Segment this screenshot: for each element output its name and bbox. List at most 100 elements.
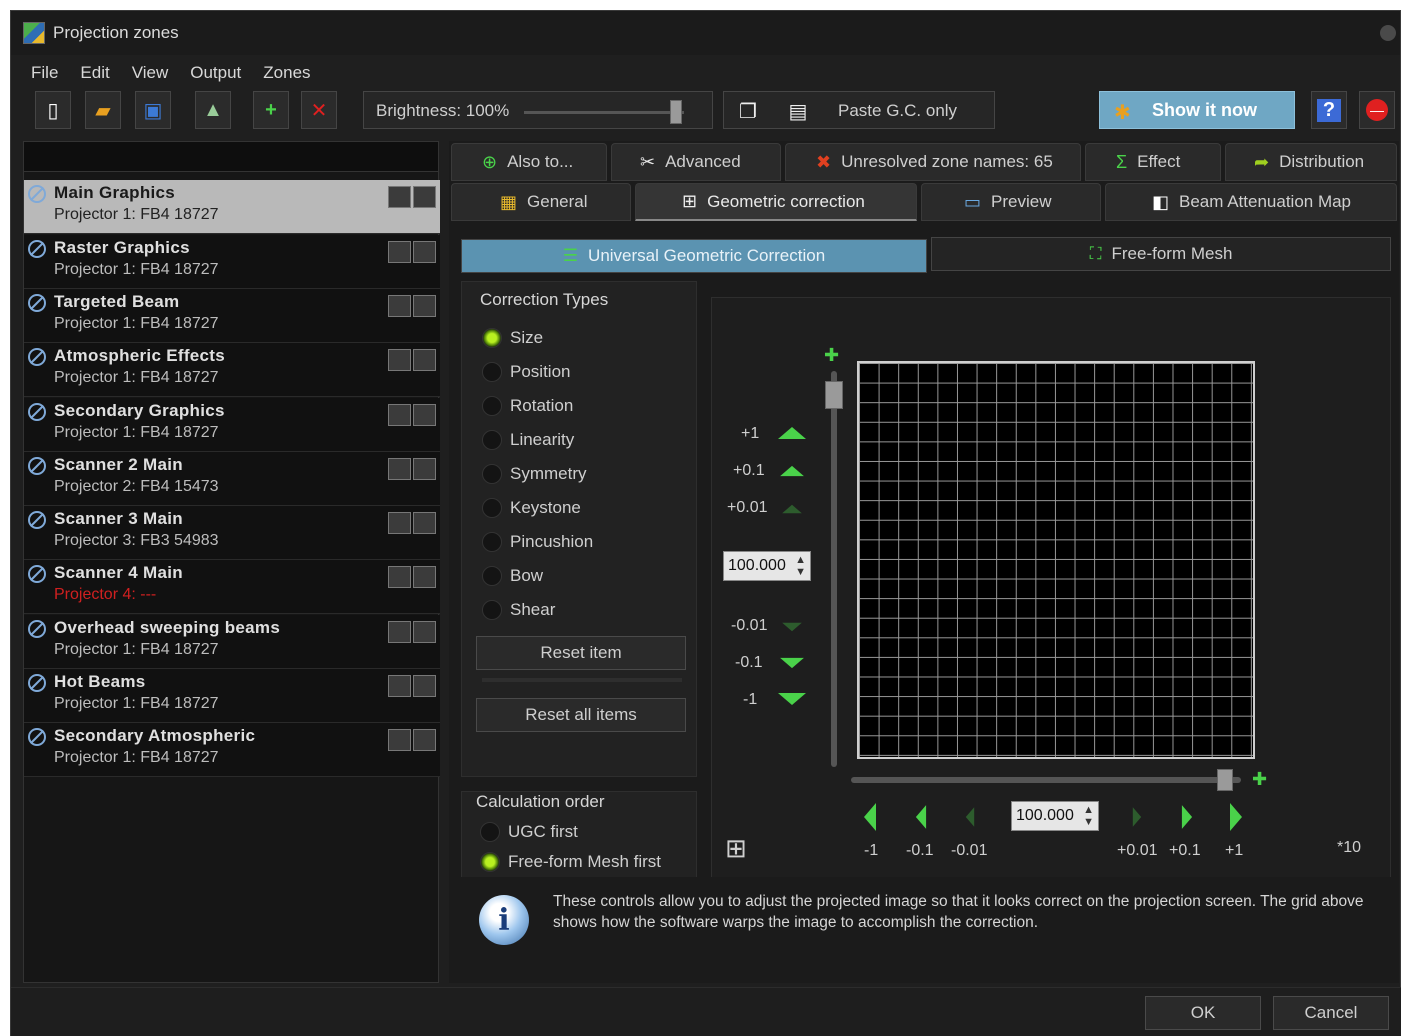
new-file-button[interactable]: ▯ [35,91,71,129]
reset-item-button[interactable]: Reset item [476,636,686,670]
load-button[interactable]: ▲ [195,91,231,129]
arrow-up-0-1-button[interactable] [780,465,804,477]
tab-unresolved-zone-names[interactable]: ✖ Unresolved zone names: 65 [785,143,1081,181]
tab-distribution[interactable]: ➦ Distribution [1225,143,1397,181]
arrow-left-0-01-button[interactable] [965,807,975,827]
zone-preview-boxes [388,621,436,643]
zone-item-atmospheric-effects[interactable]: Atmospheric Effects Projector 1: FB4 187… [24,343,440,397]
menu-zones[interactable]: Zones [263,59,310,87]
horizontal-value-spinner[interactable]: 100.000 ▲ ▼ [1011,801,1099,831]
stop-button[interactable]: — [1359,91,1395,129]
radio-free-form-mesh-first[interactable]: Free-form Mesh first [480,850,661,874]
tab-general[interactable]: ▦ General [451,183,631,221]
brightness-slider-handle[interactable] [670,100,682,124]
radio-position[interactable]: Position [482,360,570,384]
radio-button[interactable] [482,498,502,518]
radio-button[interactable] [482,566,502,586]
arrow-up-0-01-button[interactable] [782,504,802,514]
radio-linearity[interactable]: Linearity [482,428,574,452]
radio-button[interactable] [482,396,502,416]
arrow-down-1-button[interactable] [778,693,806,705]
save-button[interactable]: ▣ [135,91,171,129]
zone-item-main-graphics[interactable]: Main Graphics Projector 1: FB4 18727 [24,180,440,234]
radio-ugc-first[interactable]: UGC first [480,820,578,844]
radio-rotation[interactable]: Rotation [482,394,573,418]
subtab-universal-geometric-correction[interactable]: ☰ Universal Geometric Correction [461,239,927,273]
tab-geometric-correction[interactable]: ⊞ Geometric correction [635,183,917,221]
radio-bow[interactable]: Bow [482,564,543,588]
radio-size[interactable]: Size [482,326,543,350]
zone-item-scanner-3-main[interactable]: Scanner 3 Main Projector 3: FB3 54983 [24,506,440,560]
arrow-left-1-button[interactable] [864,803,876,831]
brightness-slider-track[interactable] [524,111,684,114]
radio-pincushion[interactable]: Pincushion [482,530,593,554]
divider [482,678,682,682]
reset-all-items-button[interactable]: Reset all items [476,698,686,732]
ok-button[interactable]: OK [1145,996,1261,1030]
menu-edit[interactable]: Edit [80,59,109,87]
tab-advanced[interactable]: ✂ Advanced [611,143,781,181]
spinner-arrows-icon[interactable]: ▲ ▼ [795,554,806,578]
zone-item-hot-beams[interactable]: Hot Beams Projector 1: FB4 18727 [24,669,440,723]
subtab-free-form-mesh[interactable]: ⛶ Free-form Mesh [931,237,1391,271]
radio-button[interactable] [482,600,502,620]
tab-beam-attenuation-map[interactable]: ◧ Beam Attenuation Map [1105,183,1397,221]
arrow-down-0-01-button[interactable] [782,622,802,632]
arrow-right-1-button[interactable] [1230,803,1242,831]
arrow-down-0-1-button[interactable] [780,657,804,669]
grid-toggle-icon[interactable]: ⊞ [725,835,747,861]
calculation-order-section: Calculation order UGC first Free-form Me… [461,791,697,881]
show-it-now-button[interactable]: ✱ Show it now [1099,91,1295,129]
paste-gc-label[interactable]: Paste G.C. only [838,101,957,121]
cancel-button[interactable]: Cancel [1273,996,1389,1030]
radio-button[interactable] [482,464,502,484]
help-button[interactable]: ? [1311,91,1347,129]
vertical-slider[interactable] [825,371,843,767]
arrow-right-0-1-button[interactable] [1181,805,1193,829]
horizontal-slider-handle[interactable] [1217,769,1233,791]
radio-shear[interactable]: Shear [482,598,555,622]
add-zone-button[interactable]: + [253,91,289,129]
arrow-right-0-01-button[interactable] [1132,807,1142,827]
move-handle-top-icon[interactable]: ✚ [824,345,839,366]
zone-item-targeted-beam[interactable]: Targeted Beam Projector 1: FB4 18727 [24,289,440,343]
tab-also-to[interactable]: ⊕ Also to... [451,143,607,181]
move-handle-right-icon[interactable]: ✚ [1252,769,1267,790]
delete-zone-button[interactable]: ✕ [301,91,337,129]
menu-output[interactable]: Output [190,59,241,87]
radio-button[interactable] [482,532,502,552]
vertical-value-spinner[interactable]: 100.000 ▲ ▼ [723,551,811,581]
radio-keystone[interactable]: Keystone [482,496,581,520]
arrow-left-0-1-button[interactable] [915,805,927,829]
radio-button[interactable] [482,362,502,382]
radio-button[interactable] [482,430,502,450]
zone-item-scanner-2-main[interactable]: Scanner 2 Main Projector 2: FB4 15473 [24,452,440,506]
menu-file[interactable]: File [31,59,58,87]
zone-item-scanner-4-main[interactable]: Scanner 4 Main Projector 4: --- [24,560,440,614]
paste-button[interactable]: ▤ [780,92,816,130]
zone-item-secondary-atmospheric[interactable]: Secondary Atmospheric Projector 1: FB4 1… [24,723,440,777]
tab-label: Distribution [1279,152,1365,171]
copy-button[interactable]: ❐ [730,92,766,130]
open-folder-button[interactable]: ▰ [85,91,121,129]
zone-preview-boxes [388,729,436,751]
zone-item-secondary-graphics[interactable]: Secondary Graphics Projector 1: FB4 1872… [24,398,440,452]
zone-item-overhead-sweeping-beams[interactable]: Overhead sweeping beams Projector 1: FB4… [24,615,440,669]
spinner-arrows-icon[interactable]: ▲ ▼ [1083,804,1094,828]
horizontal-slider[interactable] [851,769,1241,791]
multiplier-label[interactable]: *10 [1337,839,1361,857]
tab-effect[interactable]: Σ Effect [1085,143,1221,181]
tab-preview[interactable]: ▭ Preview [921,183,1101,221]
zone-status-icon [28,565,46,583]
radio-button[interactable] [480,822,500,842]
vertical-slider-handle[interactable] [825,381,843,409]
arrow-up-1-button[interactable] [778,427,806,439]
zone-preview-boxes [388,295,436,317]
window-corner-icon[interactable] [1380,25,1396,41]
radio-button-on[interactable] [480,852,500,872]
radio-symmetry[interactable]: Symmetry [482,462,587,486]
radio-button-on[interactable] [482,328,502,348]
list-icon: ☰ [562,246,579,265]
menu-view[interactable]: View [132,59,169,87]
zone-item-raster-graphics[interactable]: Raster Graphics Projector 1: FB4 18727 [24,235,440,289]
